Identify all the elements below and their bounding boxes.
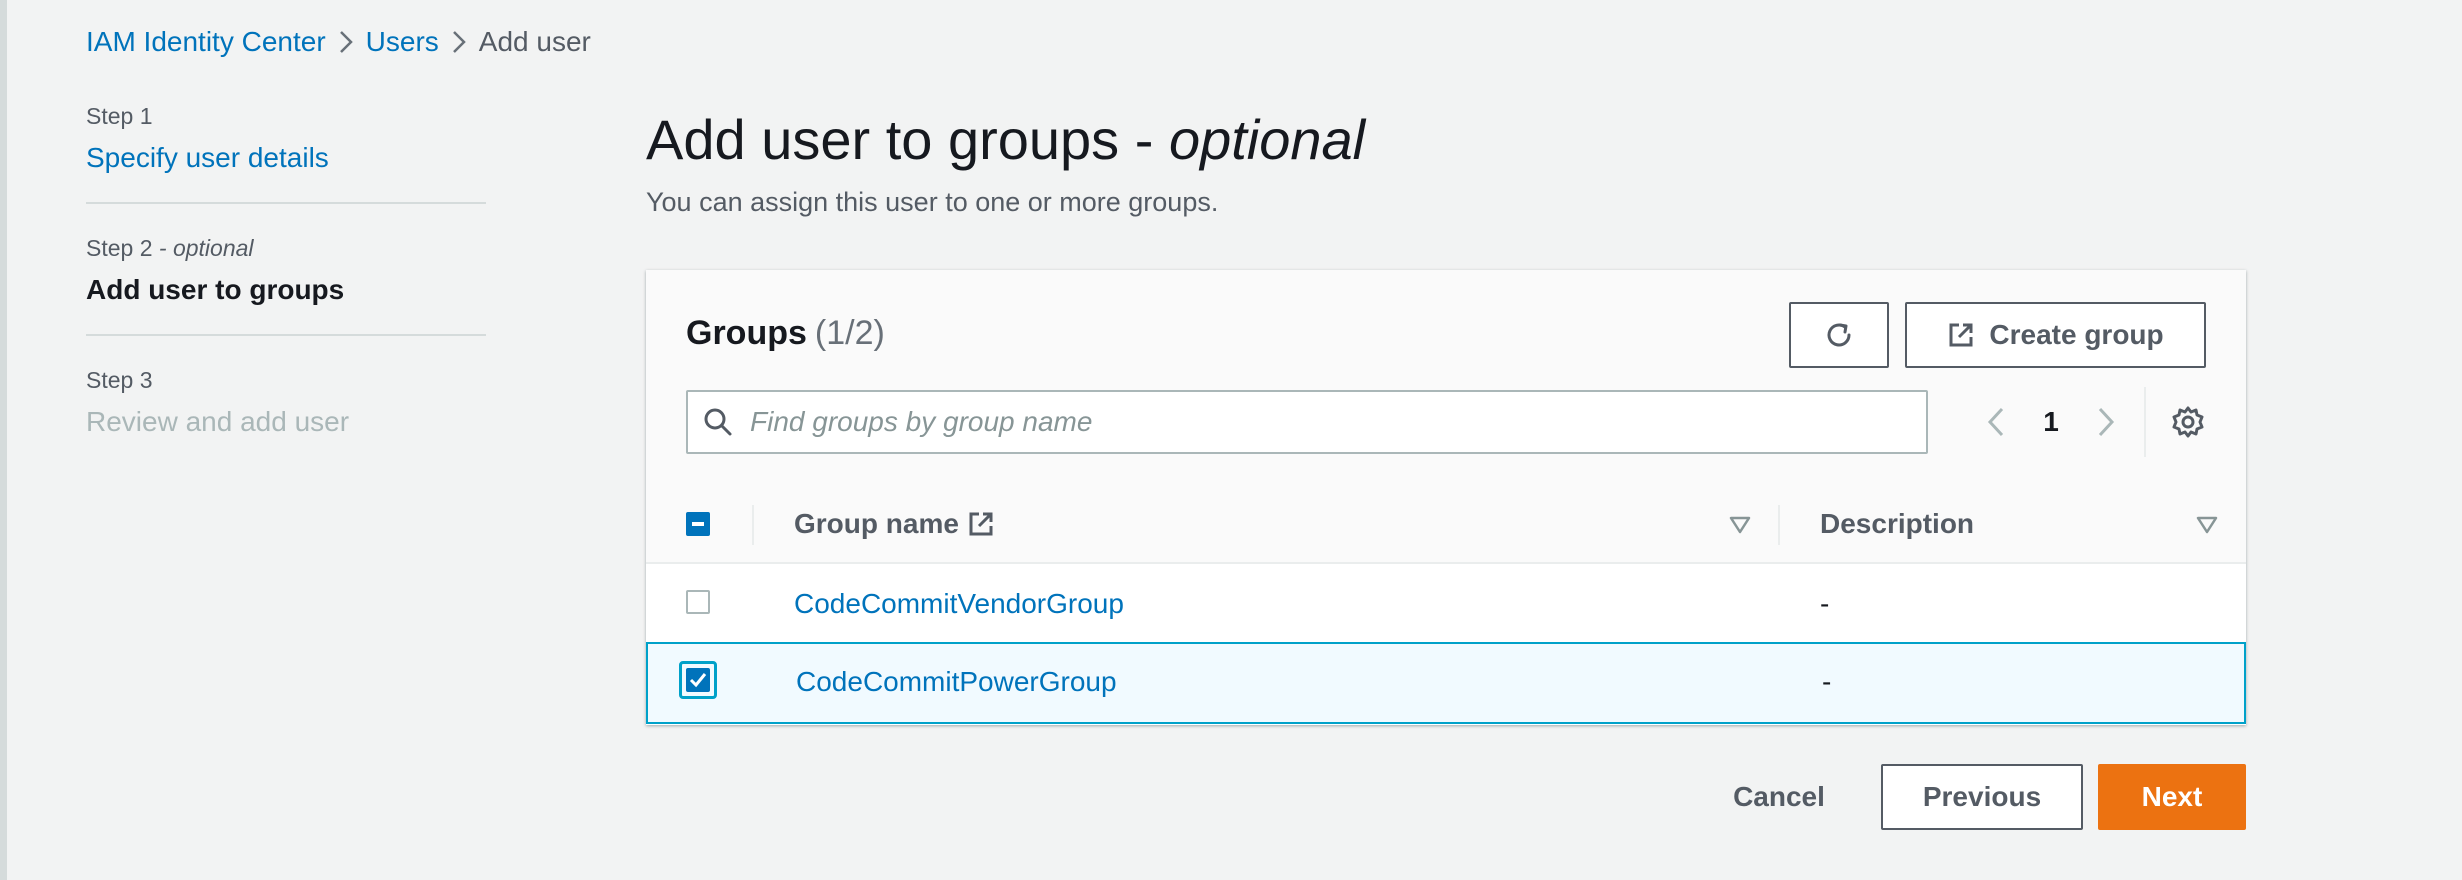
external-link-icon — [1949, 323, 1973, 347]
column-header-label: Group name — [794, 508, 959, 539]
main-content: Add user to groups - optional You can as… — [646, 104, 2246, 220]
previous-page-button[interactable] — [1976, 396, 2016, 448]
next-button[interactable]: Next — [2098, 764, 2246, 830]
search-icon — [702, 406, 734, 438]
sort-down-icon[interactable] — [1729, 516, 1751, 534]
group-name-link[interactable]: CodeCommitVendorGroup — [794, 586, 1124, 622]
group-description: - — [1820, 588, 1830, 619]
page-title-text: Add user to groups - — [646, 108, 1154, 171]
groups-selected-count: (1/2) — [814, 314, 885, 352]
column-header-description[interactable]: Description — [1820, 508, 1974, 540]
select-all-checkbox[interactable] — [686, 512, 710, 541]
column-header-group-name[interactable]: Group name — [794, 508, 995, 540]
page-description: You can assign this user to one or more … — [646, 187, 1219, 217]
checkmark-icon — [689, 673, 707, 688]
row-checkbox[interactable] — [686, 590, 710, 619]
search-input[interactable] — [748, 405, 1926, 439]
column-divider — [1778, 505, 1780, 545]
external-link-icon — [969, 512, 993, 536]
cancel-button[interactable]: Cancel — [1704, 764, 1854, 830]
create-group-label: Create group — [1989, 319, 2164, 350]
pagination-divider — [2144, 387, 2146, 457]
page-number-button[interactable]: 1 — [2016, 406, 2086, 438]
breadcrumb: IAM Identity Center Users Add user — [86, 24, 591, 60]
previous-button[interactable]: Previous — [1881, 764, 2083, 830]
refresh-button[interactable] — [1789, 302, 1889, 368]
step-label: Step 2 - optional — [86, 232, 486, 264]
step-current-add-user-to-groups: Add user to groups — [86, 274, 345, 305]
page-title-optional: optional — [1168, 108, 1366, 171]
chevron-right-icon — [439, 30, 479, 54]
breadcrumb-iam-identity-center[interactable]: IAM Identity Center — [86, 24, 326, 60]
groups-table-header: Groups (1/2) Create group Find groups by… — [646, 270, 2246, 488]
create-group-button[interactable]: Create group — [1905, 302, 2206, 368]
group-description: - — [1822, 666, 1832, 697]
column-header-label: Description — [1820, 508, 1975, 539]
groups-heading: Groups (1/2) — [686, 314, 885, 353]
breadcrumb-users[interactable]: Users — [366, 24, 439, 60]
chevron-right-icon — [326, 30, 366, 54]
step-label-optional: - optional — [158, 235, 254, 261]
chevron-left-icon — [1987, 407, 2004, 437]
wizard-step-2: Step 2 - optional Add user to groups — [86, 232, 486, 336]
group-name-link[interactable]: CodeCommitPowerGroup — [796, 664, 1117, 700]
step-link-specify-user-details[interactable]: Specify user details — [86, 140, 486, 176]
groups-table-container: Groups (1/2) Create group Find groups by… — [646, 270, 2246, 725]
table-row-selected[interactable]: CodeCommitPowerGroup - — [646, 642, 2246, 724]
sort-down-icon[interactable] — [2196, 516, 2218, 534]
row-checkbox[interactable] — [679, 661, 717, 699]
chevron-right-icon — [2098, 407, 2115, 437]
checkbox-indeterminate — [686, 512, 710, 536]
column-divider — [752, 505, 754, 545]
page-title: Add user to groups - optional — [646, 104, 2246, 176]
table-header-row: Group name Description — [646, 486, 2246, 564]
wizard-footer: Cancel Previous Next — [0, 764, 2246, 830]
step-disabled-review-and-add-user: Review and add user — [86, 406, 350, 437]
step-label: Step 3 — [86, 367, 153, 393]
wizard-step-1: Step 1 Specify user details — [86, 100, 486, 204]
page-left-border — [0, 0, 7, 880]
step-label: Step 1 — [86, 103, 153, 129]
groups-table: Group name Description CodeCommitVendorG… — [646, 486, 2246, 724]
checkbox-checked — [686, 668, 710, 692]
wizard-step-3: Step 3 Review and add user — [86, 364, 486, 466]
next-page-button[interactable] — [2086, 396, 2126, 448]
checkbox-unchecked — [686, 590, 710, 614]
gear-icon[interactable] — [2170, 404, 2206, 440]
search-field[interactable] — [686, 390, 1928, 454]
wizard-steps-nav: Step 1 Specify user details Step 2 - opt… — [86, 100, 486, 494]
table-row[interactable]: CodeCommitVendorGroup - — [646, 564, 2246, 644]
groups-heading-text: Groups — [686, 314, 807, 352]
breadcrumb-add-user: Add user — [478, 26, 591, 57]
pagination: 1 — [1976, 387, 2206, 457]
refresh-icon — [1827, 323, 1851, 347]
step-label-number: Step 2 — [86, 235, 153, 261]
